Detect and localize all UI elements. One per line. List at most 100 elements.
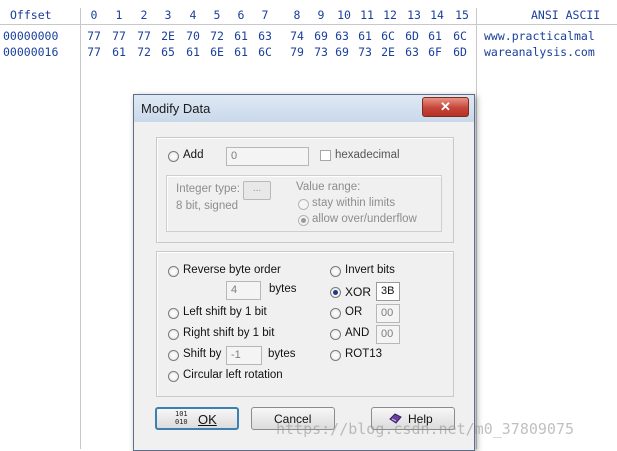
reverse-byte-order-radio[interactable] — [168, 266, 179, 277]
circular-rotation-radio[interactable] — [168, 371, 179, 382]
hexadecimal-label: hexadecimal — [335, 149, 400, 161]
hex-byte[interactable]: 77 — [85, 29, 103, 43]
right-shift-label: Right shift by 1 bit — [183, 327, 275, 339]
column-header: 3 — [164, 8, 172, 22]
right-shift-radio[interactable] — [168, 329, 179, 340]
column-header: 13 — [407, 8, 421, 22]
xor-label: XOR — [345, 285, 372, 299]
hex-byte[interactable]: 74 — [288, 29, 306, 43]
integer-type-value: 8 bit, signed — [176, 200, 239, 212]
close-icon: ✕ — [440, 99, 451, 114]
or-value-field[interactable]: 00 — [376, 304, 400, 323]
xor-value-field[interactable]: 3B — [376, 282, 400, 301]
shift-bytes-label: bytes — [268, 348, 296, 360]
column-header: 5 — [213, 8, 221, 22]
value-range-label: Value range: — [296, 181, 361, 193]
hex-byte[interactable]: 69 — [312, 29, 330, 43]
allow-overflow-radio[interactable] — [298, 215, 309, 226]
hex-byte[interactable]: 6E — [208, 45, 226, 59]
column-header: 0 — [90, 8, 98, 22]
ascii-header: ANSI ASCII — [531, 8, 601, 22]
hex-byte[interactable]: 63 — [403, 45, 421, 59]
and-radio[interactable] — [330, 329, 341, 340]
column-header: 14 — [430, 8, 444, 22]
hex-byte[interactable]: 61 — [232, 29, 250, 43]
hex-byte[interactable]: 79 — [288, 45, 306, 59]
stay-within-limits-label: stay within limits — [312, 197, 396, 209]
hex-byte[interactable]: 6C — [451, 29, 469, 43]
hex-byte[interactable]: 6C — [379, 29, 397, 43]
stay-within-limits-radio[interactable] — [298, 199, 309, 210]
or-radio[interactable] — [330, 308, 341, 319]
hex-byte[interactable]: 61 — [356, 29, 374, 43]
divider — [80, 8, 81, 449]
reverse-bytes-field[interactable]: 4 — [226, 281, 261, 300]
ascii-text[interactable]: wareanalysis.com — [484, 45, 595, 59]
add-radio[interactable] — [168, 151, 179, 162]
hex-byte[interactable]: 77 — [135, 29, 153, 43]
column-header: 11 — [360, 8, 374, 22]
add-value-field[interactable]: 0 — [226, 147, 309, 166]
integer-type-button[interactable]: ... — [243, 181, 271, 200]
hex-byte[interactable]: 63 — [256, 29, 274, 43]
ok-button[interactable]: 101 010 OK — [155, 407, 239, 430]
left-shift-label: Left shift by 1 bit — [183, 306, 267, 318]
rot13-radio[interactable] — [330, 350, 341, 361]
hex-byte[interactable]: 73 — [356, 45, 374, 59]
column-header: 9 — [317, 8, 325, 22]
row-offset: 00000000 — [3, 29, 59, 43]
hex-byte[interactable]: 77 — [110, 29, 128, 43]
invert-bits-label: Invert bits — [345, 264, 395, 276]
xor-radio[interactable] — [330, 287, 341, 298]
invert-bits-radio[interactable] — [330, 266, 341, 277]
hex-byte[interactable]: 70 — [184, 29, 202, 43]
hex-byte[interactable]: 6F — [426, 45, 444, 59]
hexadecimal-checkbox[interactable] — [320, 150, 331, 161]
hex-byte[interactable]: 65 — [159, 45, 177, 59]
offset-header: Offset — [10, 8, 52, 22]
column-header: 7 — [261, 8, 269, 22]
shift-by-label: Shift by — [183, 348, 222, 360]
hex-byte[interactable]: 6D — [403, 29, 421, 43]
hex-byte[interactable]: 61 — [110, 45, 128, 59]
hex-byte[interactable]: 69 — [333, 45, 351, 59]
column-header: 15 — [455, 8, 469, 22]
close-button[interactable]: ✕ — [422, 97, 469, 117]
dialog-title: Modify Data — [141, 101, 211, 116]
allow-overflow-label: allow over/underflow — [312, 213, 417, 225]
hex-byte[interactable]: 73 — [312, 45, 330, 59]
hex-byte[interactable]: 2E — [379, 45, 397, 59]
and-value-field[interactable]: 00 — [376, 325, 400, 344]
ascii-text[interactable]: www.practicalmal — [484, 29, 595, 43]
title-bar[interactable]: Modify Data ✕ — [134, 95, 474, 122]
modify-data-dialog: Modify Data ✕ Add 0 hexadecimal Integer … — [133, 94, 475, 451]
hex-byte[interactable]: 6C — [256, 45, 274, 59]
divider — [0, 24, 617, 25]
shift-by-field[interactable]: -1 — [226, 346, 262, 365]
or-label: OR — [345, 306, 363, 318]
hex-byte[interactable]: 77 — [85, 45, 103, 59]
hex-byte[interactable]: 72 — [208, 29, 226, 43]
circular-rotation-label: Circular left rotation — [183, 369, 283, 381]
divider — [476, 8, 477, 449]
column-header: 8 — [293, 8, 301, 22]
hex-byte[interactable]: 61 — [184, 45, 202, 59]
and-label: AND — [345, 327, 370, 339]
shift-by-radio[interactable] — [168, 350, 179, 361]
hex-byte[interactable]: 61 — [232, 45, 250, 59]
left-shift-radio[interactable] — [168, 308, 179, 319]
column-header: 12 — [383, 8, 397, 22]
column-header: 6 — [237, 8, 245, 22]
integer-type-label: Integer type: — [176, 183, 240, 195]
row-offset: 00000016 — [3, 45, 59, 59]
hex-byte[interactable]: 61 — [426, 29, 444, 43]
hex-byte[interactable]: 6D — [451, 45, 469, 59]
column-header: 2 — [140, 8, 148, 22]
ok-label: OK — [198, 412, 217, 427]
hex-byte[interactable]: 72 — [135, 45, 153, 59]
column-header: 10 — [337, 8, 351, 22]
binary-icon: 101 010 — [175, 410, 188, 426]
column-header: 1 — [115, 8, 123, 22]
hex-byte[interactable]: 63 — [333, 29, 351, 43]
hex-byte[interactable]: 2E — [159, 29, 177, 43]
